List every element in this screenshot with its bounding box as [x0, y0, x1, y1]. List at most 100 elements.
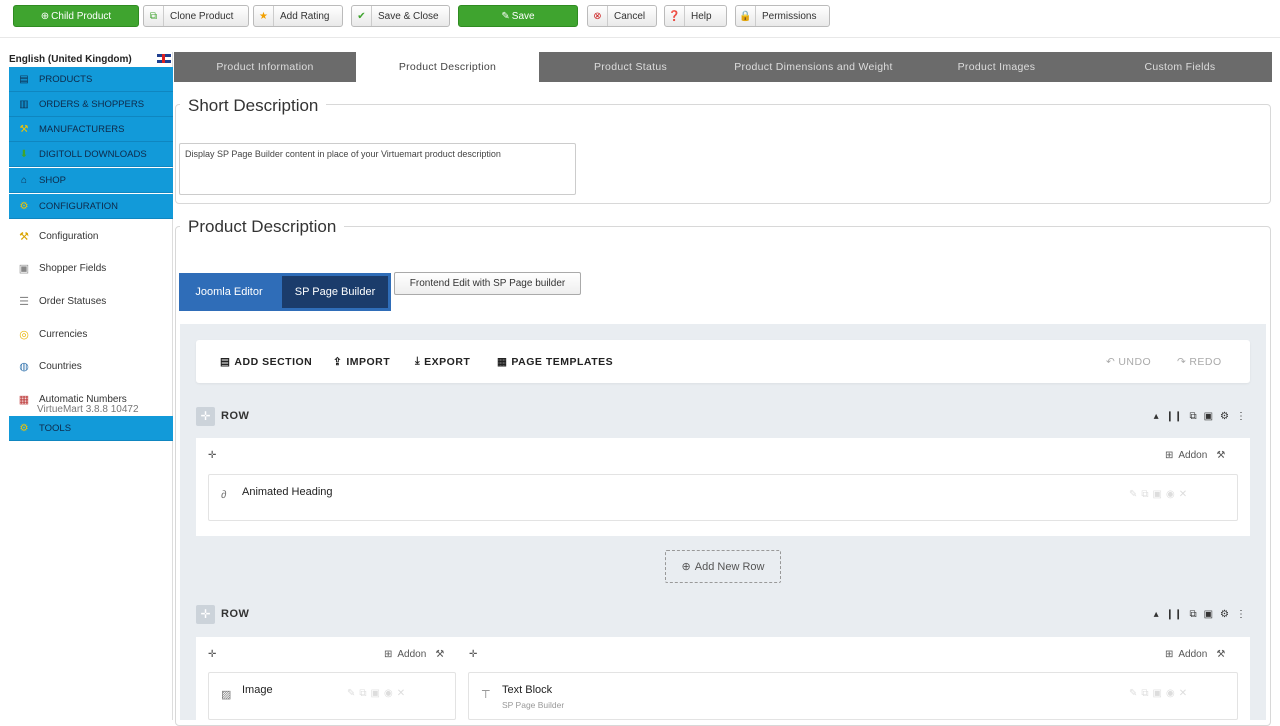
plus-circle-icon: ⊕	[681, 561, 691, 573]
save-close-button[interactable]: ✔ Save & Close	[351, 5, 450, 27]
sidebar-item-countries[interactable]: ◍ Countries	[9, 350, 173, 382]
tab-product-information[interactable]: Product Information	[174, 52, 356, 82]
sidebar-item-order-statuses[interactable]: ☰ Order Statuses	[9, 285, 173, 317]
addon-title: Animated Heading	[242, 486, 333, 498]
sidebar-section-shop[interactable]: ⌂ SHOP	[9, 168, 173, 193]
help-button[interactable]: ❓ Help	[664, 5, 727, 27]
row-tools: ▴ ❙❙ ⧉ ▣ ⚙ ⋮	[1154, 405, 1246, 427]
drag-handle-icon[interactable]: ✛	[196, 604, 215, 624]
addon-animated-heading[interactable]	[208, 474, 1238, 521]
export-button[interactable]: ⤓ EXPORT	[415, 340, 470, 383]
column-settings-icon[interactable]: ⚒	[435, 649, 444, 660]
sidebar-section-orders[interactable]: ▥ ORDERS & SHOPPERS	[9, 92, 173, 117]
undo-icon: ↶	[1106, 355, 1116, 368]
more-icon[interactable]: ⋮	[1236, 609, 1246, 620]
row-header: ✛ ROW	[196, 603, 249, 625]
addon-subtitle: SP Page Builder	[502, 700, 565, 710]
drag-handle-icon[interactable]: ✛	[196, 406, 215, 426]
toolbar: ⊕ Child Product ⧉ Clone Product ★ Add Ra…	[0, 0, 1280, 38]
question-icon: ❓	[665, 6, 685, 26]
sidebar-section-tools[interactable]: ⚙ TOOLS	[9, 416, 173, 441]
short-description-legend: Short Description	[180, 96, 327, 116]
sidebar-section-products[interactable]: ▤ PRODUCTS	[9, 67, 173, 92]
column-settings-icon[interactable]: ⚒	[1216, 649, 1225, 660]
product-description-legend: Product Description	[180, 217, 345, 237]
permissions-button[interactable]: 🔒 Permissions	[735, 5, 830, 27]
coins-icon: ◎	[19, 328, 29, 341]
redo-icon: ↷	[1177, 355, 1187, 368]
shop-icon: ⌂	[20, 174, 28, 186]
sidebar-item-configuration[interactable]: ⚒ Configuration	[9, 220, 173, 252]
text-block-icon: ⊤	[481, 689, 491, 701]
version-label: VirtueMart 3.8.8 10472	[37, 404, 139, 415]
columns-icon[interactable]: ❙❙	[1166, 609, 1183, 620]
more-icon[interactable]: ⋮	[1236, 411, 1246, 422]
save-button[interactable]: ✎ Save	[458, 5, 578, 27]
numbers-icon: ▦	[18, 393, 30, 406]
frontend-edit-button[interactable]: Frontend Edit with SP Page builder	[394, 272, 581, 295]
tab-product-images[interactable]: Product Images	[905, 52, 1088, 82]
template-icon: ▦	[497, 355, 508, 368]
save-row-icon[interactable]: ▣	[1204, 609, 1213, 620]
add-addon-button[interactable]: ⊞ Addon ⚒	[1165, 450, 1225, 461]
column-move-icon[interactable]: ✛	[208, 649, 216, 660]
add-addon-button[interactable]: ⊞ Addon ⚒	[384, 649, 444, 660]
sidebar-section-manufacturers[interactable]: ⚒ MANUFACTURERS	[9, 117, 173, 142]
tab-product-status[interactable]: Product Status	[539, 52, 722, 82]
addon-title: Image	[242, 684, 273, 696]
column-move-icon[interactable]: ✛	[469, 649, 477, 660]
duplicate-icon[interactable]: ⧉	[1189, 411, 1196, 422]
import-button[interactable]: ⇪ IMPORT	[333, 340, 390, 383]
list-icon: ☰	[19, 295, 29, 308]
add-rating-button[interactable]: ★ Add Rating	[253, 5, 343, 27]
form-icon: ▣	[18, 262, 30, 275]
add-addon-icon: ⊞	[1165, 649, 1174, 660]
edit-icon: ✎	[501, 10, 510, 22]
addon-image[interactable]	[208, 672, 456, 720]
addon-tools[interactable]: ✎⧉▣◉✕	[1129, 489, 1191, 500]
child-product-button[interactable]: ⊕ Child Product	[13, 5, 139, 27]
columns-icon[interactable]: ❙❙	[1166, 411, 1183, 422]
collapse-icon[interactable]: ▴	[1154, 411, 1159, 422]
row-tools: ▴ ❙❙ ⧉ ▣ ⚙ ⋮	[1154, 603, 1246, 625]
manufacturers-icon: ⚒	[19, 123, 29, 135]
short-description-textarea[interactable]: Display SP Page Builder content in place…	[179, 143, 576, 195]
addon-title: Text Block	[502, 684, 553, 696]
cancel-button[interactable]: ⊗ Cancel	[587, 5, 657, 27]
collapse-icon[interactable]: ▴	[1154, 609, 1159, 620]
undo-button[interactable]: ↶ UNDO	[1106, 340, 1151, 383]
clone-product-button[interactable]: ⧉ Clone Product	[143, 5, 249, 27]
add-addon-button[interactable]: ⊞ Addon ⚒	[1165, 649, 1225, 660]
tab-custom-fields[interactable]: Custom Fields	[1088, 52, 1272, 82]
settings-icon[interactable]: ⚙	[1220, 609, 1229, 620]
sidebar-section-configuration[interactable]: ⚙ CONFIGURATION	[9, 194, 173, 219]
sidebar-item-shopper-fields[interactable]: ▣ Shopper Fields	[9, 252, 173, 284]
duplicate-icon[interactable]: ⧉	[1189, 609, 1196, 620]
tab-product-description[interactable]: Product Description	[356, 52, 539, 82]
tab-sp-page-builder[interactable]: SP Page Builder	[279, 273, 391, 311]
sidebar-section-downloads[interactable]: ⬇ DIGITOLL DOWNLOADS	[9, 142, 173, 167]
sidebar-item-currencies[interactable]: ◎ Currencies	[9, 318, 173, 350]
settings-icon[interactable]: ⚙	[1220, 411, 1229, 422]
row-header: ✛ ROW	[196, 405, 249, 427]
add-section-button[interactable]: ▤ ADD SECTION	[220, 340, 312, 383]
addon-tools[interactable]: ✎⧉▣◉✕	[1129, 688, 1191, 699]
addon-tools[interactable]: ✎⧉▣◉✕	[347, 688, 409, 699]
redo-button[interactable]: ↷ REDO	[1177, 340, 1222, 383]
column-move-icon[interactable]: ✛	[208, 450, 216, 461]
tools-icon: ⚙	[19, 422, 29, 434]
plus-circle-icon: ⊕	[40, 10, 50, 22]
products-icon: ▤	[19, 73, 29, 85]
addon-text-block[interactable]	[468, 672, 1238, 720]
add-section-icon: ▤	[220, 355, 231, 368]
tab-product-dimensions[interactable]: Product Dimensions and Weight	[722, 52, 905, 82]
tab-bar: Product Information Product Description …	[174, 52, 1272, 82]
page-templates-button[interactable]: ▦ PAGE TEMPLATES	[497, 340, 613, 383]
tab-joomla-editor[interactable]: Joomla Editor	[179, 273, 279, 311]
image-icon: ▨	[221, 689, 232, 701]
add-new-row-button[interactable]: ⊕ Add New Row	[665, 550, 781, 583]
column-settings-icon[interactable]: ⚒	[1216, 450, 1225, 461]
add-addon-icon: ⊞	[384, 649, 393, 660]
save-row-icon[interactable]: ▣	[1204, 411, 1213, 422]
downloads-icon: ⬇	[19, 148, 29, 160]
